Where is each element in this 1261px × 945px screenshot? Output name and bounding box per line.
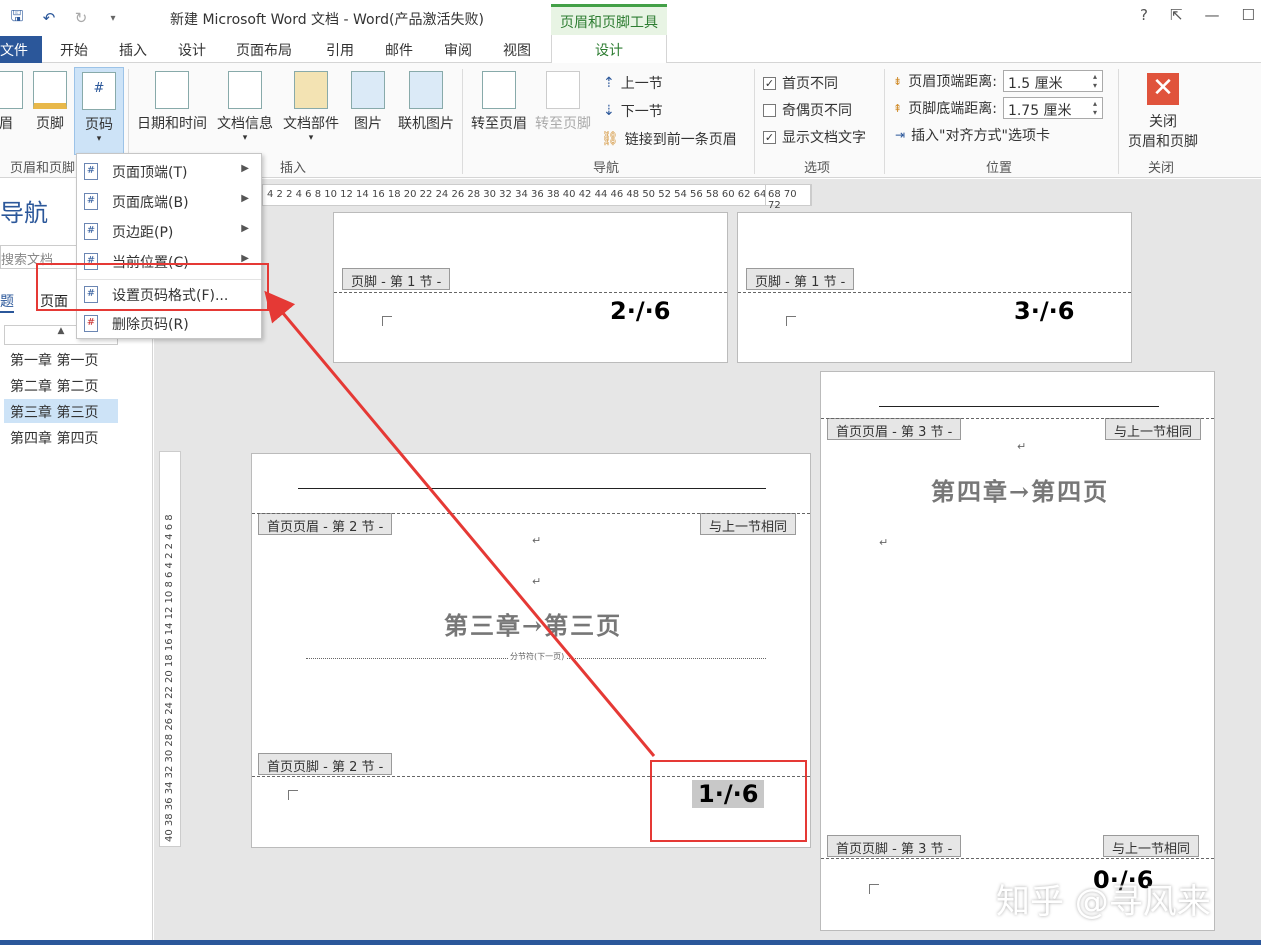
watermark: 知乎 @寻风来	[996, 882, 1211, 922]
status-bar	[0, 940, 1261, 945]
annotation-arrow	[264, 290, 656, 757]
